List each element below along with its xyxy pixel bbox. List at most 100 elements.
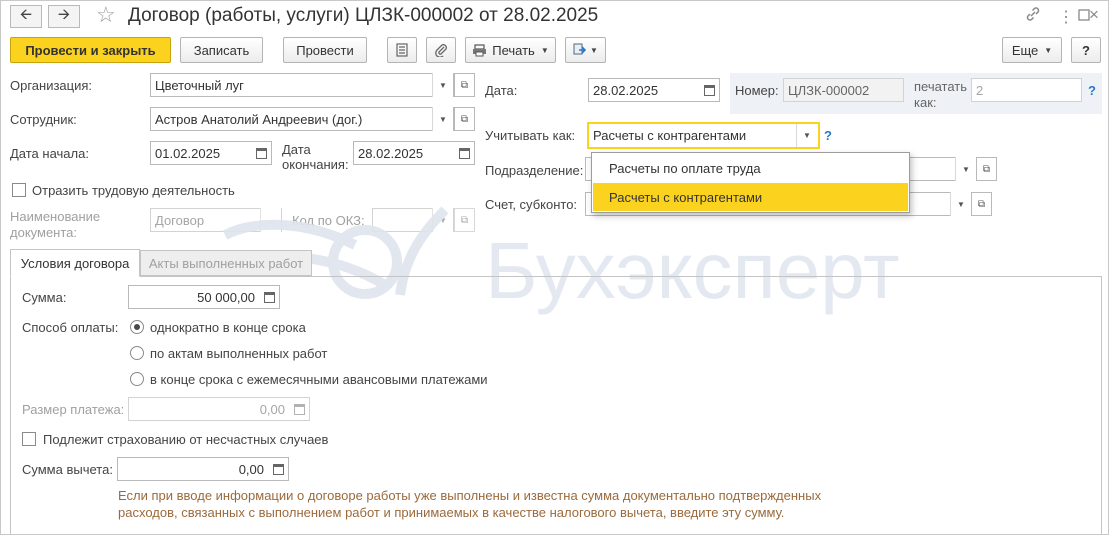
list-icon	[396, 43, 408, 57]
payment-option-acts-radio[interactable]	[130, 346, 144, 360]
account-as-dropdown-button[interactable]: ▼	[796, 124, 817, 147]
chevron-down-icon: ▼	[803, 131, 811, 140]
tab-contract-terms[interactable]: Условия договора	[10, 249, 140, 277]
window-title: Договор (работы, услуги) ЦЛЗК-000002 от …	[128, 5, 599, 26]
arrow-right-icon: 🡪	[57, 6, 71, 23]
help-button[interactable]: ?	[1071, 37, 1101, 63]
dropdown-option-payroll[interactable]: Расчеты по оплате труда	[593, 154, 908, 182]
open-window-icon: ⧉	[977, 198, 986, 210]
deduction-hint: Если при вводе информации о договоре раб…	[118, 487, 838, 521]
date-calendar-button[interactable]	[699, 79, 719, 101]
sum-field[interactable]: 50 000,00	[128, 285, 280, 309]
account-as-help-icon[interactable]: ?	[824, 128, 832, 143]
open-window-icon: ⧉	[982, 163, 991, 175]
sum-calculator-button[interactable]	[259, 286, 279, 308]
post-button[interactable]: Провести	[283, 37, 367, 63]
print-as-label-line1: печатать	[914, 79, 968, 94]
payment-size-value: 0,00	[259, 401, 285, 417]
document-name-select-button[interactable]: ...	[260, 208, 281, 232]
payment-size-field[interactable]: 0,00	[128, 397, 310, 421]
deduction-label: Сумма вычета:	[22, 462, 113, 477]
print-button[interactable]: Печать ▼	[465, 37, 556, 63]
print-label: Печать	[492, 42, 535, 58]
deduction-value: 0,00	[238, 461, 264, 477]
start-date-value: 01.02.2025	[155, 145, 221, 161]
okz-code-dropdown-button[interactable]: ▼	[432, 208, 453, 232]
link-icon[interactable]	[1024, 5, 1042, 27]
labor-activity-checkbox[interactable]	[12, 183, 26, 197]
account-as-value: Расчеты с контрагентами	[593, 128, 747, 143]
start-date-label: Дата начала:	[10, 146, 89, 161]
organization-label: Организация:	[10, 78, 93, 93]
subconto-open-button[interactable]: ⧉	[971, 192, 992, 216]
attach-button[interactable]	[426, 37, 456, 63]
chevron-down-icon: ▼	[439, 215, 447, 225]
chevron-down-icon: ▼	[1044, 45, 1053, 55]
payment-option-acts-label: по актам выполненных работ	[150, 346, 328, 361]
forward-button[interactable]: 🡪	[48, 5, 80, 28]
arrow-left-icon: 🡨	[19, 6, 33, 23]
document-list-button[interactable]	[387, 37, 417, 63]
payment-size-label: Размер платежа:	[22, 402, 125, 417]
start-date-calendar-button[interactable]	[251, 142, 271, 164]
number-label: Номер:	[735, 83, 779, 98]
close-icon[interactable]: ×	[1089, 5, 1099, 25]
employee-open-button[interactable]: ⧉	[454, 107, 475, 131]
chevron-down-icon: ▼	[540, 45, 549, 55]
post-and-close-button[interactable]: Провести и закрыть	[10, 37, 171, 63]
payment-size-calculator-button[interactable]	[289, 398, 309, 420]
subconto-label: Счет, субконто:	[485, 197, 578, 212]
chevron-down-icon: ▼	[962, 164, 970, 174]
date-label: Дата:	[485, 83, 518, 98]
number-value: ЦЛЗК-000002	[788, 82, 870, 98]
deduction-hint-line2: расходов, связанных с выполнением работ …	[118, 505, 785, 520]
employee-dropdown-button[interactable]: ▼	[432, 107, 453, 131]
organization-open-button[interactable]: ⧉	[454, 73, 475, 97]
chevron-down-icon: ▼	[439, 80, 447, 90]
dropdown-option-counterparties[interactable]: Расчеты с контрагентами	[593, 183, 908, 211]
payment-method-label: Способ оплаты:	[22, 320, 119, 335]
end-date-calendar-button[interactable]	[454, 142, 474, 164]
more-vertical-icon[interactable]: ⋮	[1058, 7, 1074, 27]
division-label: Подразделение:	[485, 163, 584, 178]
open-window-icon: ⧉	[460, 79, 469, 91]
calculator-icon	[293, 403, 305, 415]
labor-activity-label: Отразить трудовую деятельность	[32, 183, 235, 198]
tab-work-acts[interactable]: Акты выполненных работ	[140, 250, 312, 276]
more-button[interactable]: Еще ▼	[1002, 37, 1062, 63]
create-based-on-button[interactable]: ▼	[565, 37, 606, 63]
insurance-label: Подлежит страхованию от несчастных случа…	[43, 432, 329, 447]
calendar-icon	[458, 147, 470, 159]
payment-option-advance-radio[interactable]	[130, 372, 144, 386]
print-as-help-icon[interactable]: ?	[1088, 83, 1096, 98]
print-as-field[interactable]: 2	[971, 78, 1082, 102]
employee-label: Сотрудник:	[10, 112, 77, 127]
subconto-dropdown-button[interactable]: ▼	[950, 192, 971, 216]
end-date-label-line1: Дата	[282, 142, 311, 157]
insurance-checkbox[interactable]	[22, 432, 36, 446]
sum-value: 50 000,00	[197, 289, 255, 305]
number-field[interactable]: ЦЛЗК-000002	[783, 78, 904, 102]
ellipsis-icon: ...	[267, 215, 275, 225]
star-icon[interactable]: ☆	[96, 2, 116, 28]
back-button[interactable]: 🡨	[10, 5, 42, 28]
deduction-field[interactable]: 0,00	[117, 457, 289, 481]
account-as-dropdown-list: Расчеты по оплате труда Расчеты с контра…	[591, 152, 910, 213]
division-open-button[interactable]: ⧉	[976, 157, 997, 181]
okz-code-open-button[interactable]: ⧉	[454, 208, 475, 232]
employee-field[interactable]: Астров Анатолий Андреевич (дог.)	[150, 107, 454, 131]
organization-field[interactable]: Цветочный луг	[150, 73, 454, 97]
payment-option-advance-label: в конце срока с ежемесячными авансовыми …	[150, 372, 488, 387]
account-as-field[interactable]: Расчеты с контрагентами	[587, 122, 820, 149]
chevron-down-icon: ▼	[439, 114, 447, 124]
division-dropdown-button[interactable]: ▼	[955, 157, 976, 181]
organization-dropdown-button[interactable]: ▼	[432, 73, 453, 97]
save-button[interactable]: Записать	[180, 37, 263, 63]
calendar-icon	[255, 147, 267, 159]
chevron-down-icon: ▼	[590, 45, 598, 55]
deduction-calculator-button[interactable]	[268, 458, 288, 480]
payment-option-once-label: однократно в конце срока	[150, 320, 306, 335]
end-date-value: 28.02.2025	[358, 145, 424, 161]
create-based-on-icon	[573, 43, 587, 55]
payment-option-once-radio[interactable]	[130, 320, 144, 334]
